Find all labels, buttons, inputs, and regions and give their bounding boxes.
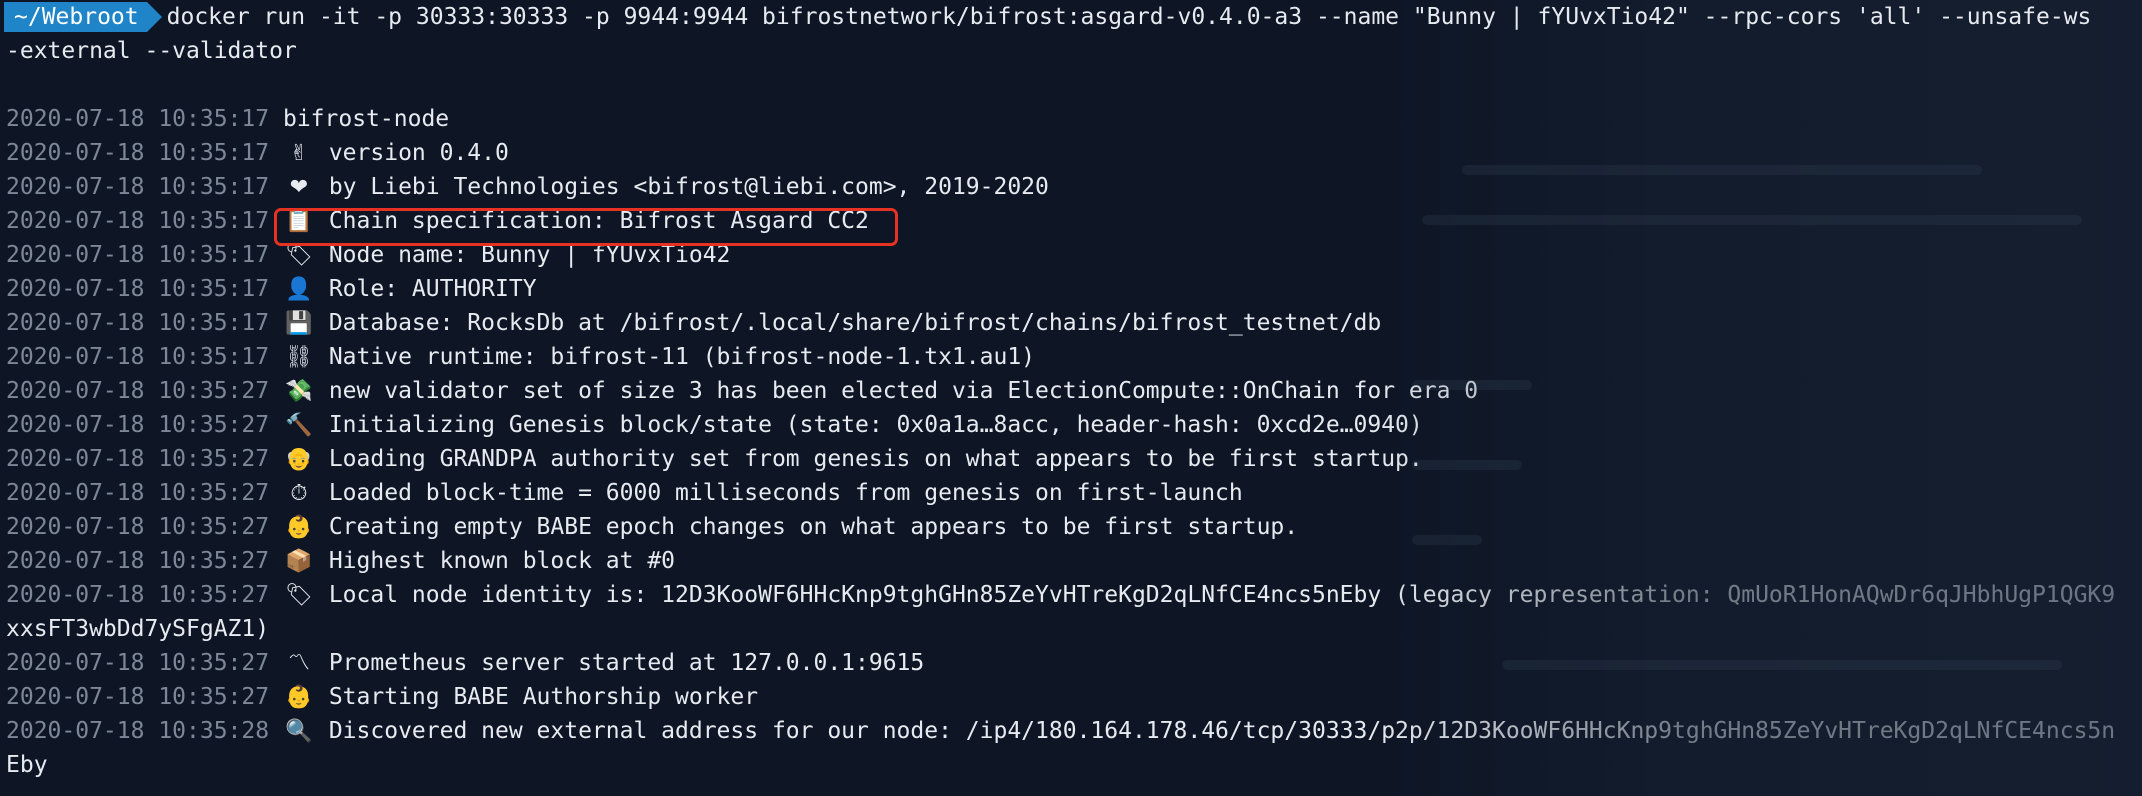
package-icon: 📦 — [285, 549, 313, 574]
log-message: Discovered new external address for our … — [328, 718, 2116, 744]
log-timestamp: 2020-07-18 10:35:28 — [6, 718, 270, 744]
log-message: Starting BABE Authorship worker — [328, 684, 759, 710]
prompt-path-badge: ~/Webroot — [4, 2, 162, 32]
log-line: 2020-07-18 10:35:17 ⛓ Native runtime: bi… — [6, 340, 2142, 374]
victory-hand-icon: ✌ — [289, 141, 309, 166]
log-line: 2020-07-18 10:35:17 💾 Database: RocksDb … — [6, 306, 2142, 340]
log-timestamp: 2020-07-18 10:35:17 — [6, 106, 270, 132]
clipboard-icon: 📋 — [285, 209, 313, 234]
log-timestamp: 2020-07-18 10:35:27 — [6, 412, 270, 438]
log-timestamp: 2020-07-18 10:35:17 — [6, 208, 270, 234]
log-line: 2020-07-18 10:35:28 🔍 Discovered new ext… — [6, 714, 2142, 748]
magnifier-icon: 🔍 — [285, 719, 313, 744]
log-message: version 0.4.0 — [328, 140, 509, 166]
log-message: bifrost-node — [282, 106, 450, 132]
log-line: 2020-07-18 10:35:27 👴 Loading GRANDPA au… — [6, 442, 2142, 476]
label-tag-icon: 🏷 — [285, 583, 313, 608]
person-icon: 👤 — [285, 277, 313, 302]
log-line: 2020-07-18 10:35:17 🏷 Node name: Bunny |… — [6, 238, 2142, 272]
log-message: Creating empty BABE epoch changes on wha… — [328, 514, 1299, 540]
log-line: 2020-07-18 10:35:27 🏷 Local node identit… — [6, 578, 2142, 612]
log-timestamp: 2020-07-18 10:35:17 — [6, 242, 270, 268]
floppy-disk-icon: 💾 — [285, 311, 313, 336]
log-line: 2020-07-18 10:35:27 ⏱ Loaded block-time … — [6, 476, 2142, 510]
log-timestamp: 2020-07-18 10:35:27 — [6, 582, 270, 608]
log-line: 2020-07-18 10:35:17 ✌ version 0.4.0 — [6, 136, 2142, 170]
log-message: Native runtime: bifrost-11 (bifrost-node… — [328, 344, 1036, 370]
log-message: Role: AUTHORITY — [328, 276, 537, 302]
terminal-window[interactable]: ~/Webroot docker run -it -p 30333:30333 -… — [0, 0, 2142, 796]
log-line-continuation: xxsFT3wbDd7ySFgAZ1) — [6, 616, 270, 642]
log-line: 2020-07-18 10:35:27 〽 Prometheus server … — [6, 646, 2142, 680]
log-timestamp: 2020-07-18 10:35:17 — [6, 276, 270, 302]
log-message: Highest known block at #0 — [328, 548, 676, 574]
part-alternation-mark-icon: 〽 — [287, 651, 310, 676]
label-tag-icon: 🏷 — [285, 243, 313, 268]
log-line: 2020-07-18 10:35:27 👶 Creating empty BAB… — [6, 510, 2142, 544]
log-timestamp: 2020-07-18 10:35:17 — [6, 344, 270, 370]
old-man-icon: 👴 — [285, 447, 313, 472]
log-timestamp: 2020-07-18 10:35:27 — [6, 446, 270, 472]
log-timestamp: 2020-07-18 10:35:27 — [6, 480, 270, 506]
log-timestamp: 2020-07-18 10:35:27 — [6, 548, 270, 574]
log-message: Loaded block-time = 6000 milliseconds fr… — [328, 480, 1243, 506]
heart-icon: ❤ — [289, 175, 309, 200]
log-line: 2020-07-18 10:35:27 💸 new validator set … — [6, 374, 2142, 408]
log-message: Node name: Bunny | fYUvxTio42 — [328, 242, 731, 268]
log-timestamp: 2020-07-18 10:35:17 — [6, 174, 270, 200]
log-line: 2020-07-18 10:35:27 👶 Starting BABE Auth… — [6, 680, 2142, 714]
log-output: 2020-07-18 10:35:17 bifrost-node 2020-07-… — [0, 102, 2142, 782]
money-wings-icon: 💸 — [285, 379, 313, 404]
log-line: 2020-07-18 10:35:17 bifrost-node — [6, 102, 2142, 136]
log-line: 2020-07-18 10:35:27 🔨 Initializing Genes… — [6, 408, 2142, 442]
log-line: 2020-07-18 10:35:17 📋 Chain specificatio… — [6, 204, 2142, 238]
log-line: 2020-07-18 10:35:17 ❤ by Liebi Technolog… — [6, 170, 2142, 204]
log-message: new validator set of size 3 has been ele… — [328, 378, 1479, 404]
log-timestamp: 2020-07-18 10:35:27 — [6, 684, 270, 710]
log-message: Loading GRANDPA authority set from genes… — [328, 446, 1423, 472]
hammer-icon: 🔨 — [285, 413, 313, 438]
log-message: Chain specification: Bifrost Asgard CC2 — [328, 208, 869, 234]
baby-icon: 👶 — [285, 515, 313, 540]
log-timestamp: 2020-07-18 10:35:27 — [6, 650, 270, 676]
log-timestamp: 2020-07-18 10:35:17 — [6, 140, 270, 166]
log-line: 2020-07-18 10:35:27 📦 Highest known bloc… — [6, 544, 2142, 578]
command-text-line1: docker run -it -p 30333:30333 -p 9944:99… — [166, 4, 2092, 30]
log-timestamp: 2020-07-18 10:35:27 — [6, 514, 270, 540]
log-message: Local node identity is: 12D3KooWF6HHcKnp… — [328, 582, 2116, 608]
log-message: Initializing Genesis block/state (state:… — [328, 412, 1423, 438]
log-line-continuation: Eby — [6, 752, 48, 778]
log-line: 2020-07-18 10:35:17 👤 Role: AUTHORITY — [6, 272, 2142, 306]
baby-icon: 👶 — [285, 685, 313, 710]
log-message: Prometheus server started at 127.0.0.1:9… — [328, 650, 925, 676]
stopwatch-icon: ⏱ — [290, 481, 308, 506]
command-prompt-line: ~/Webroot docker run -it -p 30333:30333 -… — [0, 0, 2142, 34]
log-timestamp: 2020-07-18 10:35:17 — [6, 310, 270, 336]
command-text-line2: -external --validator — [6, 38, 297, 64]
log-timestamp: 2020-07-18 10:35:27 — [6, 378, 270, 404]
log-message: Database: RocksDb at /bifrost/.local/sha… — [328, 310, 1382, 336]
log-message: by Liebi Technologies <bifrost@liebi.com… — [328, 174, 1049, 200]
chains-icon: ⛓ — [285, 345, 313, 370]
